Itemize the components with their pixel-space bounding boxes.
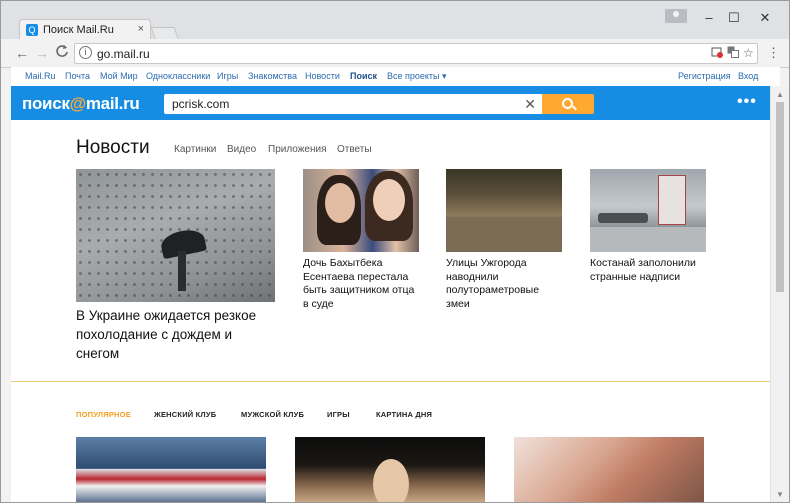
search-header: поиск@mail.ru pcrisk.com ✕ ••• — [11, 86, 770, 120]
main-news-image[interactable] — [76, 169, 275, 302]
mailru-search-logo[interactable]: поиск@mail.ru — [22, 94, 140, 114]
portal-top-nav: Mail.Ru Почта Мой Мир Одноклассники Игры… — [11, 67, 780, 86]
nav-link-news[interactable]: Новости — [305, 71, 340, 81]
login-link[interactable]: Вход — [738, 71, 758, 81]
scroll-down-icon[interactable]: ▼ — [776, 490, 784, 499]
browser-menu-icon[interactable]: ⋮ — [767, 45, 780, 61]
maximize-button[interactable]: ☐ — [723, 9, 745, 27]
browser-toolbar: ← → i go.mail.ru ☆ ⋮ — [1, 39, 789, 68]
title-bar: Q Поиск Mail.Ru × – ☐ ✕ — [1, 1, 789, 41]
page-content: Новости Картинки Видео Приложения Ответы… — [11, 120, 770, 502]
tab-video[interactable]: Видео — [227, 144, 256, 155]
page-scrollbar[interactable]: ▲ ▼ — [770, 86, 789, 502]
more-options-icon[interactable]: ••• — [737, 93, 757, 111]
news-thumb[interactable] — [590, 169, 706, 252]
translate-icon[interactable] — [727, 46, 739, 61]
scroll-thumb[interactable] — [776, 102, 784, 292]
tab-title: Поиск Mail.Ru — [43, 24, 114, 36]
blocked-popup-icon[interactable] — [711, 46, 723, 61]
nav-link-all-projects[interactable]: Все проекты ▾ — [387, 71, 447, 82]
reload-button[interactable] — [53, 44, 71, 62]
nav-link-games[interactable]: Игры — [217, 71, 238, 81]
category-games[interactable]: ИГРЫ — [327, 410, 350, 419]
feed-image[interactable] — [295, 437, 485, 502]
site-info-icon[interactable]: i — [79, 46, 92, 59]
scroll-up-icon[interactable]: ▲ — [776, 90, 784, 99]
browser-window: Q Поиск Mail.Ru × – ☐ ✕ ← → i go.mail.ru… — [0, 0, 790, 503]
category-picture-of-day[interactable]: КАРТИНА ДНЯ — [376, 410, 432, 419]
category-womens-club[interactable]: ЖЕНСКИЙ КЛУБ — [154, 410, 216, 419]
tab-answers[interactable]: Ответы — [337, 144, 372, 155]
category-mens-club[interactable]: МУЖСКОЙ КЛУБ — [241, 410, 304, 419]
news-thumb[interactable] — [446, 169, 562, 252]
section-divider — [11, 381, 770, 382]
feed-image[interactable] — [514, 437, 704, 502]
news-thumb[interactable] — [303, 169, 419, 252]
search-button[interactable] — [542, 94, 594, 114]
search-input[interactable]: pcrisk.com ✕ — [164, 94, 542, 114]
tab-favicon-icon: Q — [26, 24, 38, 36]
nav-link-my-world[interactable]: Мой Мир — [100, 71, 138, 81]
nav-link-odnoklassniki[interactable]: Одноклассники — [146, 71, 210, 81]
search-query: pcrisk.com — [172, 97, 230, 111]
reload-icon — [56, 45, 68, 57]
category-popular[interactable]: ПОПУЛЯРНОЕ — [76, 410, 131, 419]
tab-close-icon[interactable]: × — [138, 23, 144, 35]
clear-search-icon[interactable]: ✕ — [524, 96, 536, 113]
feed-image[interactable] — [76, 437, 266, 502]
nav-link-mail[interactable]: Почта — [65, 71, 90, 81]
back-button[interactable]: ← — [13, 44, 31, 62]
news-headline[interactable]: Дочь Бахытбека Есентаева перестала быть … — [303, 257, 421, 311]
nav-link-search[interactable]: Поиск — [350, 71, 377, 81]
address-url: go.mail.ru — [97, 47, 150, 61]
profile-icon[interactable] — [665, 9, 687, 23]
news-headline[interactable]: Костанай заполонили странные надписи — [590, 257, 708, 284]
minimize-button[interactable]: – — [698, 9, 720, 27]
close-window-button[interactable]: ✕ — [754, 9, 776, 27]
news-heading[interactable]: Новости — [76, 137, 150, 159]
register-link[interactable]: Регистрация — [678, 71, 731, 81]
tab-apps[interactable]: Приложения — [268, 144, 327, 155]
nav-link-mailru[interactable]: Mail.Ru — [25, 71, 56, 81]
browser-tab[interactable]: Q Поиск Mail.Ru × — [19, 19, 151, 40]
nav-link-dating[interactable]: Знакомства — [248, 71, 297, 81]
main-news-headline[interactable]: В Украине ожидается резкое похолодание с… — [76, 306, 276, 363]
news-headline[interactable]: Улицы Ужгорода наводнили полутораметровы… — [446, 257, 564, 311]
bookmark-star-icon[interactable]: ☆ — [743, 46, 754, 60]
tab-images[interactable]: Картинки — [174, 144, 216, 155]
forward-button[interactable]: → — [33, 44, 51, 62]
address-bar[interactable]: i go.mail.ru ☆ — [74, 43, 758, 64]
